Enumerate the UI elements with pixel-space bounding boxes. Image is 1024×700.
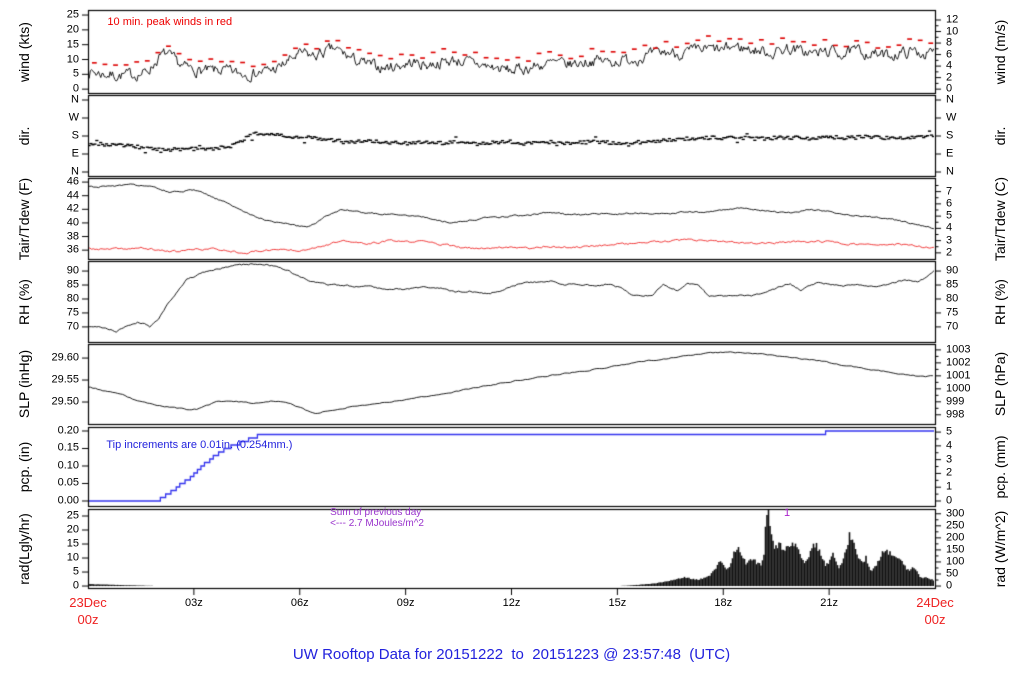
x-start-date-hour: 00z — [77, 612, 99, 627]
pcp-tip-note: Tip increments are 0.01in. (0.254mm.) — [106, 438, 293, 451]
x-end-date: 24Dec 00z — [916, 594, 954, 628]
chart-title: UW Rooftop Data for 20151222 to 20151223… — [292, 646, 731, 663]
x-start-date: 23Dec 00z — [69, 594, 107, 628]
rad-flag-1: 1 — [783, 506, 791, 519]
x-end-date-day: 24Dec — [916, 595, 954, 610]
rad-sum-value: <--- 2.7 MJoules/m^2 — [330, 517, 424, 529]
x-start-date-day: 23Dec — [69, 595, 107, 610]
wind-peak-note: 10 min. peak winds in red — [107, 16, 233, 29]
weather-chart-figure: 0 5 10 15 20 25 0 2 4 6 8 10 12 wind (kts) wind (m/s) N… — [0, 0, 1024, 700]
x-end-date-hour: 00z — [924, 612, 946, 627]
chart-canvas — [0, 0, 1024, 700]
